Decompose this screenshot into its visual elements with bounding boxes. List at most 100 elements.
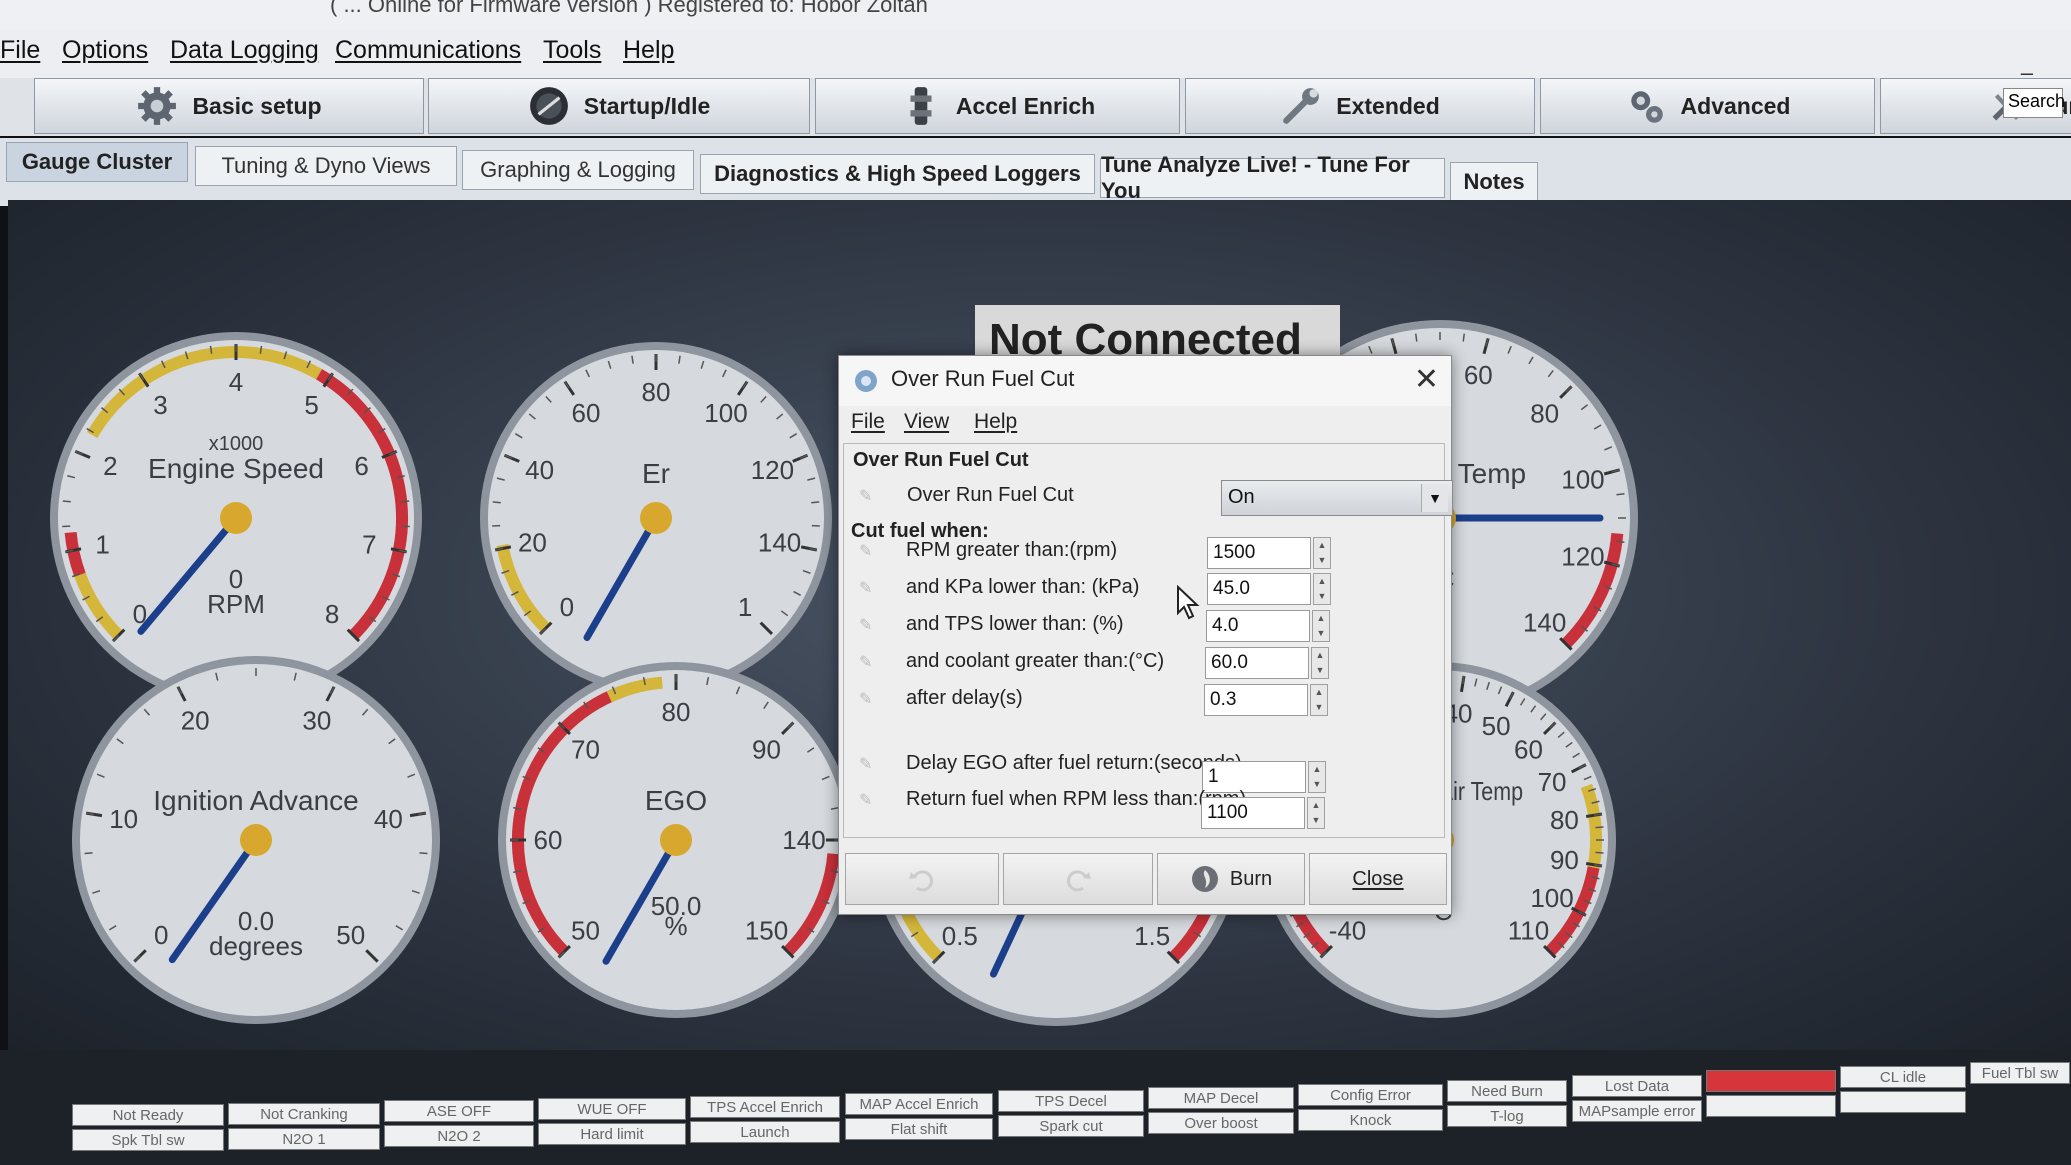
search-input[interactable]: Search [2003,88,2065,118]
spin-down-icon[interactable]: ▼ [1309,777,1325,792]
accel-enrich-button[interactable]: Accel Enrich [815,78,1180,134]
spin-up-icon[interactable]: ▲ [1314,538,1330,553]
gauge-minor-tick [811,501,820,504]
spin-up-icon[interactable]: ▲ [1311,685,1327,700]
spinner[interactable]: ▲ ▼ [1311,647,1329,679]
spinner[interactable]: ▲ ▼ [1308,761,1326,793]
tick-label: 60 [534,825,563,855]
menu-data-logging[interactable]: Data Logging [170,36,319,65]
extended-button[interactable]: Extended [1185,78,1535,134]
tick-label: 1 [738,592,752,622]
tick-label: 100 [704,398,747,428]
status-indicator: N2O 1 [228,1128,380,1150]
status-indicator: Spark cut [998,1115,1144,1137]
tick-label: 4 [229,367,243,397]
status-indicator: TPS Decel [998,1090,1144,1112]
menu-help[interactable]: Help [623,36,674,65]
mouse-cursor-icon [1177,585,1200,620]
advanced-button[interactable]: Advanced [1540,78,1875,134]
status-indicator: Spk Tbl sw [72,1129,224,1151]
chevron-down-icon[interactable]: ▼ [1421,484,1448,512]
tab-notes[interactable]: Notes [1450,162,1538,202]
gauge-minor-tick [1616,540,1625,544]
tab-diagnostics[interactable]: Diagnostics & High Speed Loggers [700,154,1095,194]
spin-down-icon[interactable]: ▼ [1308,813,1324,828]
gauge-title: Ignition Advance [153,785,359,816]
tick-label: 80 [1550,805,1579,835]
dialog-menu-view[interactable]: View [904,410,949,434]
spin-down-icon[interactable]: ▼ [1312,663,1328,678]
field-label: Delay EGO after fuel return:(seconds) [906,752,1242,774]
spin-up-icon[interactable]: ▲ [1309,762,1325,777]
status-indicator: Not Ready [72,1104,224,1126]
field-label: RPM greater than:(rpm) [906,539,1118,561]
basic-setup-button[interactable]: Basic setup [34,78,424,134]
tick-label: 20 [518,528,547,558]
menu-tools[interactable]: Tools [543,36,601,65]
extended-label: Extended [1336,92,1440,119]
spinner[interactable]: ▲ ▼ [1313,537,1331,569]
spinner[interactable]: ▲ ▼ [1307,797,1325,829]
status-indicator: ASE OFF [384,1100,534,1122]
tick-label: 50 [336,920,365,950]
burn-icon [1191,866,1218,892]
field-input[interactable]: 4.0 [1206,610,1310,642]
tick-label: 80 [1530,398,1559,428]
field-input[interactable]: 60.0 [1205,647,1309,679]
menu-options[interactable]: Options [62,36,148,65]
status-indicator: T-log [1447,1105,1567,1127]
spinner[interactable]: ▲ ▼ [1312,610,1330,642]
gauge-title: Engine Speed [148,453,324,484]
tick-label: 10 [109,804,138,834]
gear-icon [138,87,177,125]
field-input[interactable]: 1100 [1201,797,1305,829]
spin-down-icon[interactable]: ▼ [1313,626,1329,641]
tab-gauge-cluster[interactable]: Gauge Cluster [6,142,188,182]
spin-up-icon[interactable]: ▲ [1314,574,1330,589]
status-indicator: Knock [1298,1109,1443,1131]
tick-label: 80 [662,697,691,727]
injector-icon [910,87,932,125]
tick-label: 120 [1561,541,1604,571]
field-label: and KPa lower than: (kPa) [906,576,1140,598]
spin-up-icon[interactable]: ▲ [1308,798,1324,813]
dialog-menu-file[interactable]: File [851,410,885,434]
menu-file[interactable]: File [0,36,40,65]
startup-idle-button[interactable]: Startup/Idle [428,78,810,134]
pencil-icon: ✎ [859,580,873,597]
tab-graphing-logging[interactable]: Graphing & Logging [462,150,694,190]
tab-tuning-dyno-views[interactable]: Tuning & Dyno Views [195,146,457,186]
tick-label: 140 [782,825,825,855]
spinner[interactable]: ▲ ▼ [1313,573,1331,605]
field-label: and TPS lower than: (%) [906,613,1124,635]
spin-down-icon[interactable]: ▼ [1314,589,1330,604]
dialog-menu-help[interactable]: Help [974,410,1017,434]
gauge-icon [529,87,568,125]
burn-button[interactable]: Burn [1157,853,1305,905]
field-input[interactable]: 0.3 [1204,684,1308,716]
redo-icon [1067,870,1091,892]
over-run-mode-value: On [1228,486,1255,508]
tick-label: 90 [752,734,781,764]
spin-up-icon[interactable]: ▲ [1312,648,1328,663]
spin-up-icon[interactable]: ▲ [1313,611,1329,626]
gauge-multiplier: x1000 [209,433,264,455]
title-bar: ( ... Online for Firmware version ) Regi… [0,0,2071,30]
tick-label: 2 [103,451,117,481]
spin-down-icon[interactable]: ▼ [1314,553,1330,568]
gauge-title: Er [642,458,670,489]
field-input[interactable]: 45.0 [1207,573,1311,605]
spinner[interactable]: ▲ ▼ [1310,684,1328,716]
pencil-icon: ✎ [859,756,873,773]
field-input[interactable]: 1500 [1207,537,1311,569]
close-button[interactable]: Close [1309,853,1447,905]
dialog-close-icon[interactable]: ✕ [1414,362,1439,397]
status-indicator: WUE OFF [538,1098,686,1120]
spin-down-icon[interactable]: ▼ [1311,700,1327,715]
gauge-minor-tick [419,852,428,855]
menu-communications[interactable]: Communications [335,36,521,65]
tab-tune-analyze[interactable]: Tune Analyze Live! - Tune For You [1100,152,1445,203]
gauge-minor-tick [62,500,71,503]
tick-label: 0 [154,920,168,950]
over-run-mode-select[interactable]: On ▼ [1221,480,1453,516]
